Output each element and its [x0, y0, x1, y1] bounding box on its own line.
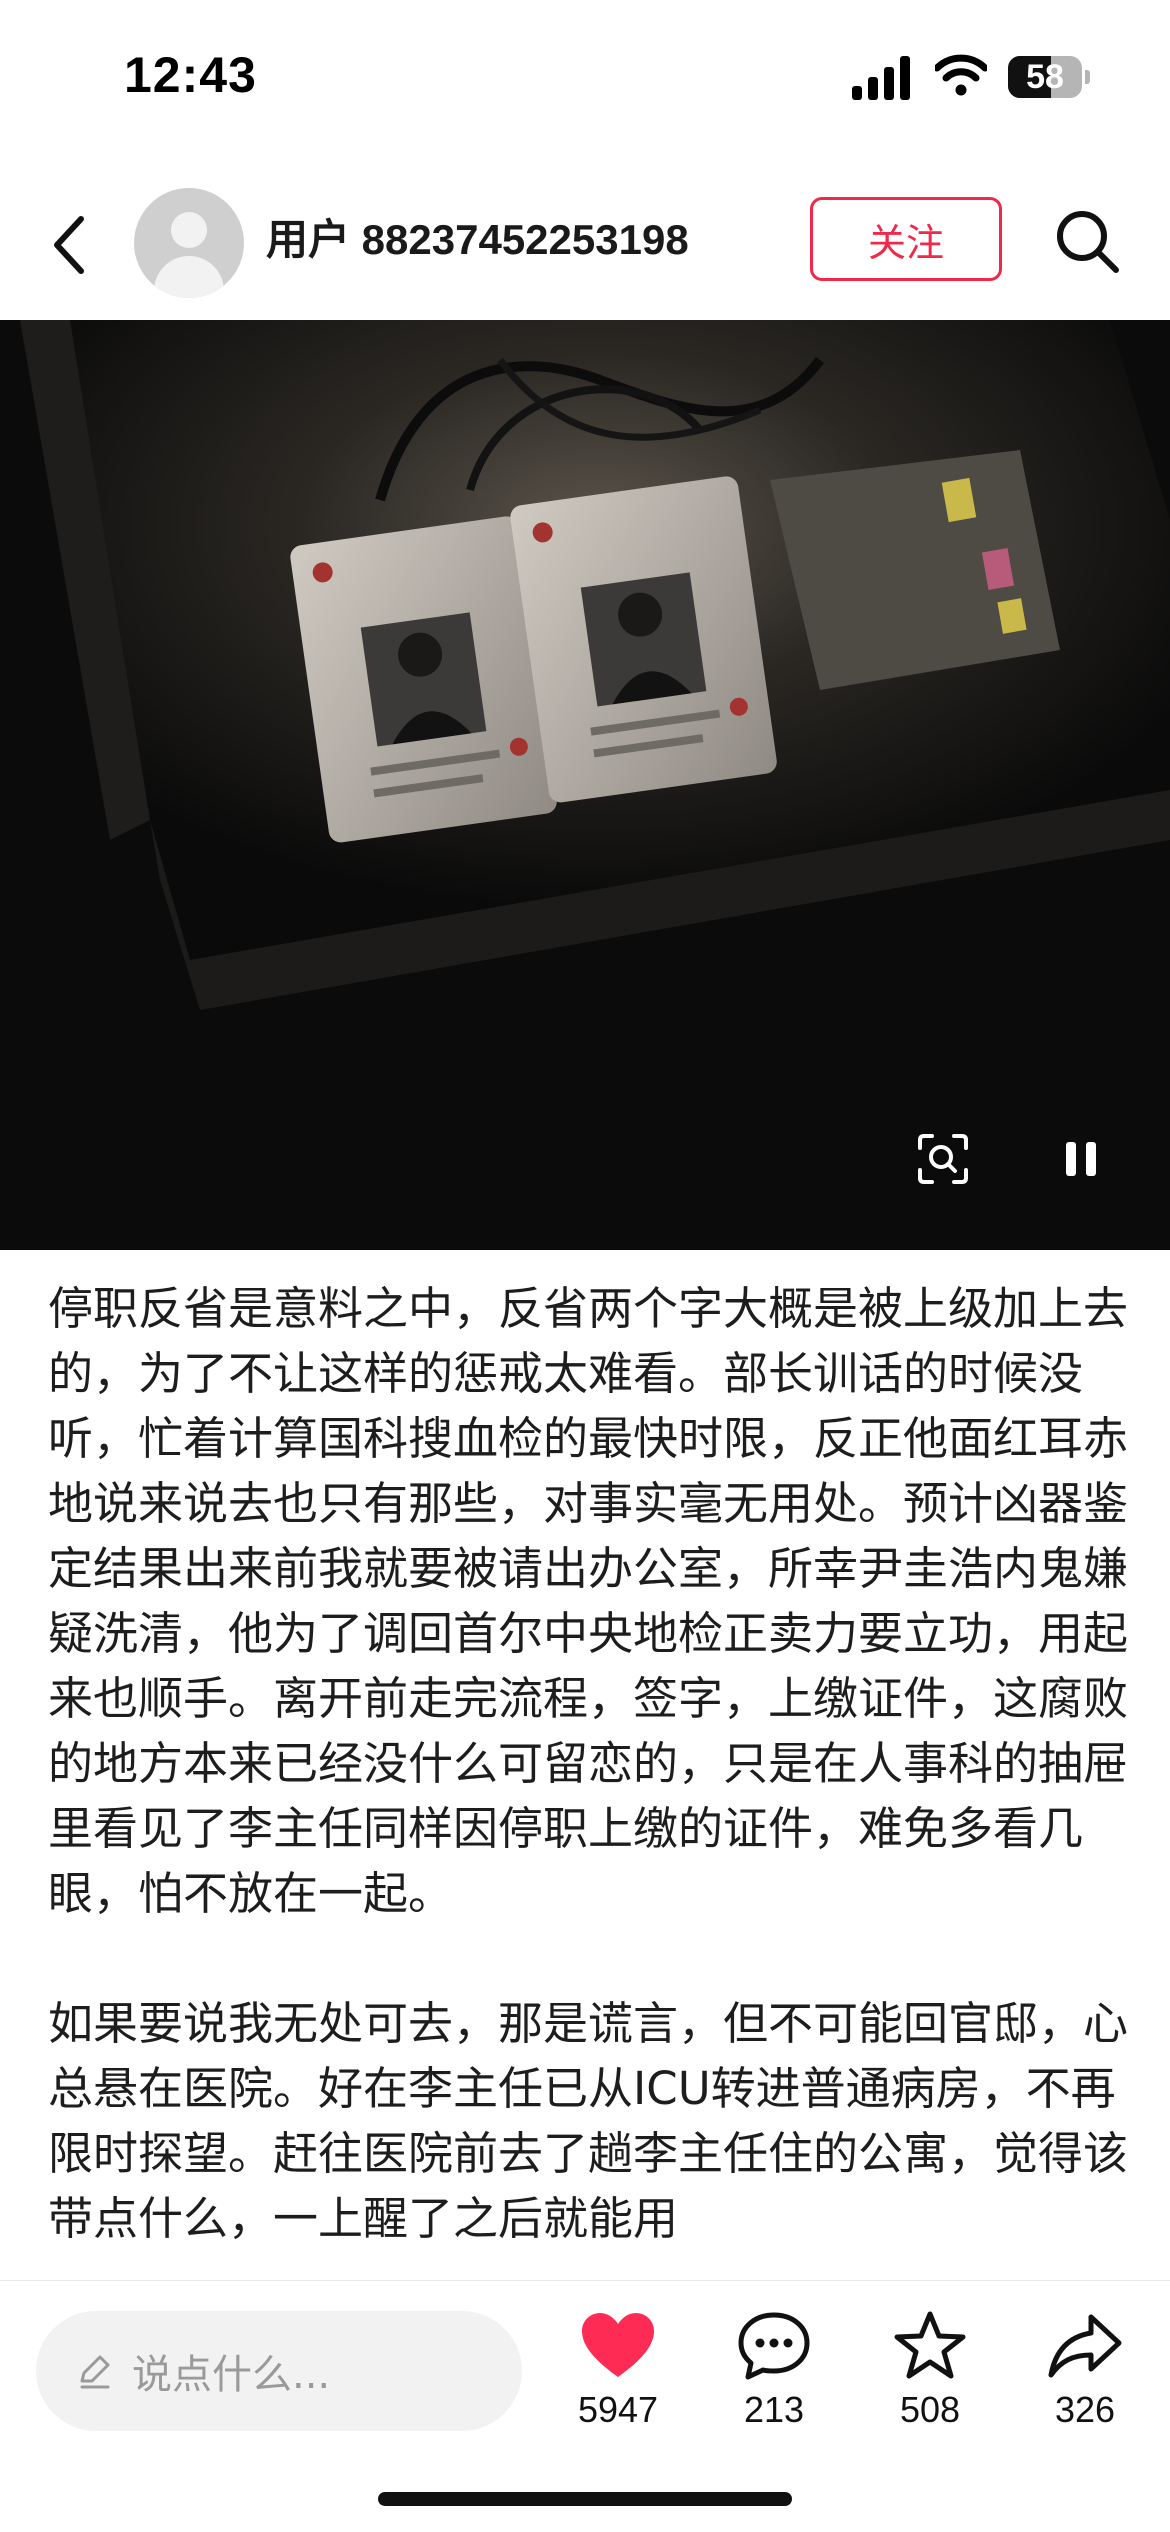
comment-placeholder: 说点什么... [132, 2352, 331, 2398]
top-nav: 用户 88237452253198 关注 [0, 170, 1170, 320]
favorite-count: 508 [899, 2389, 961, 2430]
star-icon [894, 2311, 966, 2379]
post-paragraph: 停职反省是意料之中，反省两个字大概是被上级加上去的，为了不让这样的惩戒太难看。部… [48, 1282, 1128, 1920]
username[interactable]: 用户 88237452253198 [266, 210, 689, 270]
share-button[interactable]: 326 [1020, 2311, 1150, 2451]
like-count: 5947 [577, 2389, 659, 2430]
chevron-left-icon [54, 216, 84, 274]
home-indicator [378, 2492, 792, 2506]
image-search-icon[interactable] [912, 1128, 974, 1190]
status-time: 12:43 [124, 47, 257, 103]
avatar[interactable] [134, 188, 244, 298]
post-text: 停职反省是意料之中，反省两个字大概是被上级加上去的，为了不让这样的惩戒太难看。部… [48, 1276, 1128, 2278]
pause-icon[interactable] [1050, 1128, 1112, 1190]
status-bar: 12:43 58 [0, 0, 1170, 150]
share-count: 326 [1054, 2389, 1116, 2430]
post-paragraph: 如果要说我无处可去，那是谎言，但不可能回官邸，心总悬在医院。好在李主任已从ICU… [48, 1997, 1128, 2245]
battery-level: 58 [1026, 58, 1064, 96]
comment-button[interactable]: 213 [709, 2311, 839, 2451]
battery-icon: 58 [1008, 56, 1090, 98]
video-frame [0, 320, 1170, 1250]
follow-button[interactable]: 关注 [810, 197, 1002, 281]
cellular-signal-icon [852, 56, 910, 100]
search-icon[interactable] [1052, 206, 1122, 276]
heart-icon [582, 2313, 654, 2377]
favorite-button[interactable]: 508 [865, 2311, 995, 2451]
like-button[interactable]: 5947 [553, 2311, 683, 2451]
comment-bubble-icon [738, 2312, 810, 2380]
back-button[interactable] [44, 210, 94, 280]
wifi-icon [935, 54, 987, 96]
comment-input[interactable]: 说点什么... [36, 2311, 522, 2431]
share-arrow-icon [1048, 2314, 1122, 2378]
comment-count: 213 [743, 2389, 805, 2430]
video-player[interactable] [0, 320, 1170, 1250]
pencil-icon [80, 2355, 110, 2389]
